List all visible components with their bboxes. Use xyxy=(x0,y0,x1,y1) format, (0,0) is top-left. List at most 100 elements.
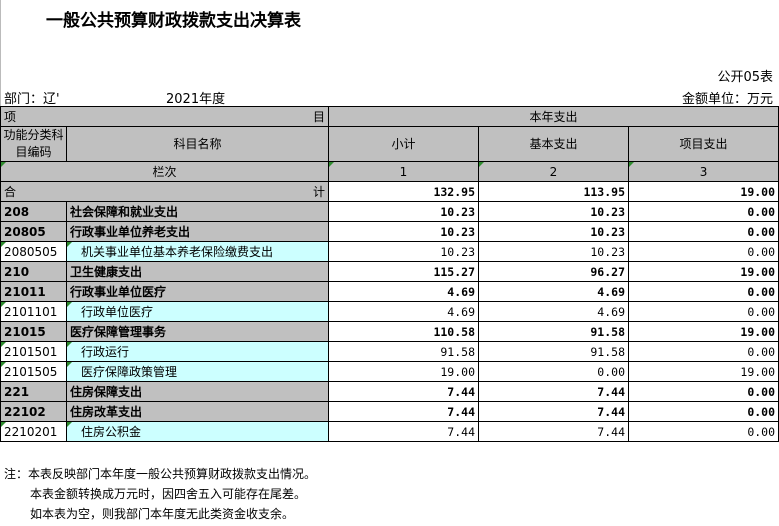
fiscal-year: 2021年度 xyxy=(166,92,226,107)
row-subtotal: 7.44 xyxy=(328,381,479,402)
header-col2: 2 xyxy=(478,161,629,182)
total-left: 合 xyxy=(4,184,17,199)
row-subtotal: 10.23 xyxy=(328,201,479,222)
row-subtotal: 10.23 xyxy=(328,221,479,242)
header-subject-name: 科目名称 xyxy=(66,126,329,162)
table-row: 22102 住房改革支出 7.44 7.44 0.00 xyxy=(0,401,779,422)
header-col-label: 栏次 xyxy=(0,161,329,182)
row-project: 0.00 xyxy=(627,241,779,262)
table-row: 2080505 机关事业单位基本养老保险缴费支出 10.23 10.23 0.00 xyxy=(0,241,779,262)
row-basic: 4.69 xyxy=(478,281,629,302)
table-row: 221 住房保障支出 7.44 7.44 0.00 xyxy=(0,381,779,402)
row-subtotal: 91.58 xyxy=(328,341,479,362)
total-basic: 113.95 xyxy=(478,181,629,202)
header-subtotal: 小计 xyxy=(328,126,479,162)
table-row: 2101505 医疗保障政策管理 19.00 0.00 19.00 xyxy=(0,361,779,382)
header-func-code: 功能分类科目编码 xyxy=(0,126,67,162)
table-row: 2101501 行政运行 91.58 91.58 0.00 xyxy=(0,341,779,362)
total-project: 19.00 xyxy=(627,181,779,202)
row-subtotal: 4.69 xyxy=(328,281,479,302)
row-subject-name: 行政单位医疗 xyxy=(66,301,329,322)
row-code: 208 xyxy=(0,201,67,222)
header-item-left: 项 xyxy=(4,109,17,124)
row-code: 2101101 xyxy=(0,301,67,322)
total-row: 合 计 132.95 113.95 19.00 xyxy=(0,181,779,202)
row-code: 2210201 xyxy=(0,421,67,442)
table-row: 21015 医疗保障管理事务 110.58 91.58 19.00 xyxy=(0,321,779,342)
row-basic: 7.44 xyxy=(478,381,629,402)
row-project: 19.00 xyxy=(627,261,779,282)
row-code: 22102 xyxy=(0,401,67,422)
row-project: 0.00 xyxy=(627,341,779,362)
row-subject-name: 行政事业单位医疗 xyxy=(66,281,329,302)
row-project: 19.00 xyxy=(627,361,779,382)
row-basic: 7.44 xyxy=(478,401,629,422)
header-col3: 3 xyxy=(627,161,779,182)
row-subject-name: 卫生健康支出 xyxy=(66,261,329,282)
form-number: 公开05表 xyxy=(717,70,773,85)
row-subject-name: 医疗保障管理事务 xyxy=(66,321,329,342)
header-project: 项目支出 xyxy=(627,126,779,162)
department-label: 部门：辽' xyxy=(4,92,60,107)
row-code: 21011 xyxy=(0,281,67,302)
row-basic: 91.58 xyxy=(478,341,629,362)
header-item-cell: 项 目 xyxy=(0,106,329,127)
row-basic: 10.23 xyxy=(478,241,629,262)
header-row-columns: 功能分类科目编码 科目名称 小计 基本支出 项目支出 xyxy=(0,126,779,162)
row-code: 210 xyxy=(0,261,67,282)
row-code: 2080505 xyxy=(0,241,67,262)
row-basic: 96.27 xyxy=(478,261,629,282)
row-subject-name: 医疗保障政策管理 xyxy=(66,361,329,382)
row-code: 2101501 xyxy=(0,341,67,362)
table-row: 210 卫生健康支出 115.27 96.27 19.00 xyxy=(0,261,779,282)
header-this-year: 本年支出 xyxy=(327,106,779,127)
row-project: 19.00 xyxy=(627,321,779,342)
row-subtotal: 10.23 xyxy=(328,241,479,262)
row-project: 0.00 xyxy=(627,221,779,242)
row-subtotal: 7.44 xyxy=(328,421,479,442)
header-item-right: 目 xyxy=(312,109,325,124)
header-basic: 基本支出 xyxy=(478,126,629,162)
notes: 注：本表反映部门本年度一般公共预算财政拨款支出情况。 本表金额转换成万元时，因四… xyxy=(4,464,316,524)
row-subtotal: 4.69 xyxy=(328,301,479,322)
row-subject-name: 社会保障和就业支出 xyxy=(66,201,329,222)
row-subject-name: 行政运行 xyxy=(66,341,329,362)
table-row: 2101101 行政单位医疗 4.69 4.69 0.00 xyxy=(0,301,779,322)
total-subtotal: 132.95 xyxy=(328,181,479,202)
row-subject-name: 住房公积金 xyxy=(66,421,329,442)
row-basic: 0.00 xyxy=(478,361,629,382)
row-subtotal: 19.00 xyxy=(328,361,479,382)
row-code: 221 xyxy=(0,381,67,402)
table-row: 21011 行政事业单位医疗 4.69 4.69 0.00 xyxy=(0,281,779,302)
total-label-cell: 合 计 xyxy=(0,181,329,202)
note-line: 注：本表反映部门本年度一般公共预算财政拨款支出情况。 xyxy=(4,467,317,481)
expenditure-table: 项 目 本年支出 功能分类科目编码 科目名称 小计 基本支出 项目支出 栏次 1… xyxy=(0,106,779,442)
row-subtotal: 110.58 xyxy=(328,321,479,342)
row-subject-name: 机关事业单位基本养老保险缴费支出 xyxy=(66,241,329,262)
header-row-index: 栏次 1 2 3 xyxy=(0,161,779,182)
row-code: 21015 xyxy=(0,321,67,342)
left-border-line xyxy=(0,0,1,108)
table-row: 208 社会保障和就业支出 10.23 10.23 0.00 xyxy=(0,201,779,222)
row-project: 0.00 xyxy=(627,401,779,422)
row-project: 0.00 xyxy=(627,201,779,222)
row-subtotal: 7.44 xyxy=(328,401,479,422)
amount-unit: 金额单位：万元 xyxy=(681,92,773,107)
header-col1: 1 xyxy=(328,161,479,182)
row-project: 0.00 xyxy=(627,281,779,302)
total-right: 计 xyxy=(312,184,325,199)
row-subject-name: 住房改革支出 xyxy=(66,401,329,422)
row-basic: 4.69 xyxy=(478,301,629,322)
row-subject-name: 住房保障支出 xyxy=(66,381,329,402)
table-row: 2210201 住房公积金 7.44 7.44 0.00 xyxy=(0,421,779,442)
header-row-item: 项 目 本年支出 xyxy=(0,106,779,127)
row-basic: 10.23 xyxy=(478,201,629,222)
row-code: 2101505 xyxy=(0,361,67,382)
note-line: 本表金额转换成万元时，因四舍五入可能存在尾差。 xyxy=(30,487,307,501)
row-subtotal: 115.27 xyxy=(328,261,479,282)
row-project: 0.00 xyxy=(627,421,779,442)
row-project: 0.00 xyxy=(627,301,779,322)
row-subject-name: 行政事业单位养老支出 xyxy=(66,221,329,242)
table-row: 20805 行政事业单位养老支出 10.23 10.23 0.00 xyxy=(0,221,779,242)
row-code: 20805 xyxy=(0,221,67,242)
